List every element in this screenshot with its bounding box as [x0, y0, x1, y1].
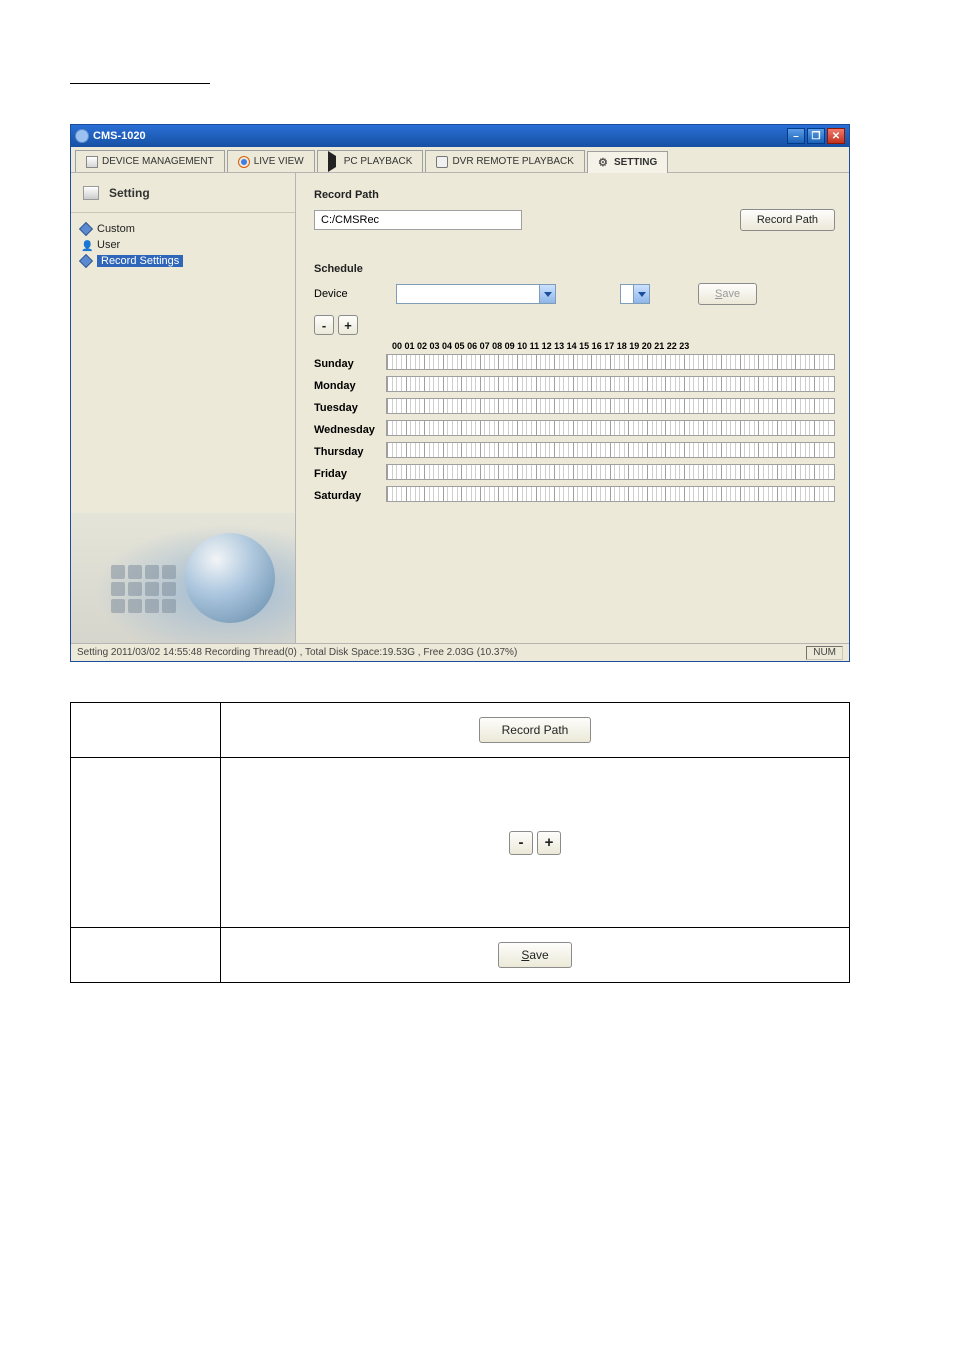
app-window: CMS-1020 – ❐ ✕ DEVICE MANAGEMENT LIVE VI…	[70, 124, 850, 662]
tab-label: SETTING	[614, 157, 657, 168]
tape-icon	[436, 156, 448, 168]
schedule-remove-button[interactable]: -	[314, 315, 334, 335]
status-num-indicator: NUM	[806, 646, 843, 660]
schedule-strip[interactable]	[386, 442, 835, 458]
sidebar: Setting Custom User Record Settings	[71, 173, 296, 643]
spec-minus-button: -	[509, 831, 533, 855]
schedule-strip[interactable]	[386, 420, 835, 436]
document-icon	[86, 156, 98, 168]
tab-label: LIVE VIEW	[254, 156, 304, 167]
save-mnemonic: S	[521, 948, 529, 962]
sidebar-item-record-settings[interactable]: Record Settings	[81, 253, 285, 269]
day-label: Friday	[314, 468, 376, 480]
status-text: Setting 2011/03/02 14:55:48 Recording Th…	[77, 647, 517, 658]
save-suffix: ave	[529, 948, 548, 962]
tab-live-view[interactable]: LIVE VIEW	[227, 150, 315, 172]
device-label: Device	[314, 288, 354, 300]
tab-bar: DEVICE MANAGEMENT LIVE VIEW PC PLAYBACK …	[71, 147, 849, 173]
title-bar: CMS-1020 – ❐ ✕	[71, 125, 849, 147]
record-path-label: Record Path	[314, 189, 835, 201]
close-button[interactable]: ✕	[827, 128, 845, 144]
tab-pc-playback[interactable]: PC PLAYBACK	[317, 150, 424, 172]
sidebar-decoration	[71, 513, 295, 643]
schedule-add-button[interactable]: +	[338, 315, 358, 335]
sidebar-item-label: Custom	[97, 223, 135, 235]
sidebar-title: Setting	[109, 186, 150, 200]
chevron-down-icon	[633, 285, 649, 303]
tab-dvr-remote-playback[interactable]: DVR REMOTE PLAYBACK	[425, 150, 585, 172]
spec-save-button: Save	[498, 942, 571, 968]
tab-setting[interactable]: SETTING	[587, 151, 668, 173]
tab-device-management[interactable]: DEVICE MANAGEMENT	[75, 150, 225, 172]
app-icon	[75, 129, 89, 143]
hours-header: 00 01 02 03 04 05 06 07 08 09 10 11 12 1…	[386, 341, 835, 351]
spec-plus-button: +	[537, 831, 561, 855]
sidebar-header: Setting	[71, 173, 295, 213]
save-suffix: ave	[722, 288, 740, 300]
record-path-button[interactable]: Record Path	[740, 209, 835, 231]
tab-label: PC PLAYBACK	[344, 156, 413, 167]
tab-label: DVR REMOTE PLAYBACK	[452, 156, 574, 167]
maximize-button[interactable]: ❐	[807, 128, 825, 144]
schedule-strip[interactable]	[386, 376, 835, 392]
channel-dropdown[interactable]	[620, 284, 650, 304]
schedule-strip[interactable]	[386, 486, 835, 502]
tab-label: DEVICE MANAGEMENT	[102, 156, 214, 167]
sidebar-item-label: Record Settings	[97, 255, 183, 267]
schedule-label: Schedule	[314, 263, 835, 275]
day-label: Monday	[314, 380, 376, 392]
setting-header-icon	[83, 186, 99, 200]
content-pane: Record Path Record Path Schedule Device …	[296, 173, 849, 643]
schedule-strip[interactable]	[386, 354, 835, 370]
status-bar: Setting 2011/03/02 14:55:48 Recording Th…	[71, 643, 849, 661]
sidebar-item-user[interactable]: User	[81, 237, 285, 253]
save-button[interactable]: Save	[698, 283, 757, 305]
day-label: Wednesday	[314, 424, 376, 436]
eye-icon	[238, 156, 250, 168]
day-label: Tuesday	[314, 402, 376, 414]
user-icon	[81, 240, 91, 250]
diamond-icon	[79, 222, 93, 236]
minimize-button[interactable]: –	[787, 128, 805, 144]
schedule-strip[interactable]	[386, 464, 835, 480]
sidebar-tree: Custom User Record Settings	[71, 213, 295, 277]
sidebar-item-custom[interactable]: Custom	[81, 221, 285, 237]
sidebar-item-label: User	[97, 239, 120, 251]
play-icon	[328, 156, 340, 168]
chevron-down-icon	[539, 285, 555, 303]
schedule-strip[interactable]	[386, 398, 835, 414]
spec-table: Record Path - + Save	[70, 702, 850, 983]
device-dropdown[interactable]	[396, 284, 556, 304]
record-path-input[interactable]	[314, 210, 522, 230]
section-underline	[70, 70, 210, 84]
spec-record-path-button: Record Path	[479, 717, 592, 743]
schedule-grid: Sunday Monday Tuesday Wednesday Thursday Frid…	[314, 339, 835, 507]
day-label: Thursday	[314, 446, 376, 458]
day-label: Sunday	[314, 358, 376, 370]
gear-icon	[598, 157, 610, 169]
day-label: Saturday	[314, 490, 376, 502]
diamond-icon	[79, 254, 93, 268]
window-title: CMS-1020	[93, 130, 787, 142]
